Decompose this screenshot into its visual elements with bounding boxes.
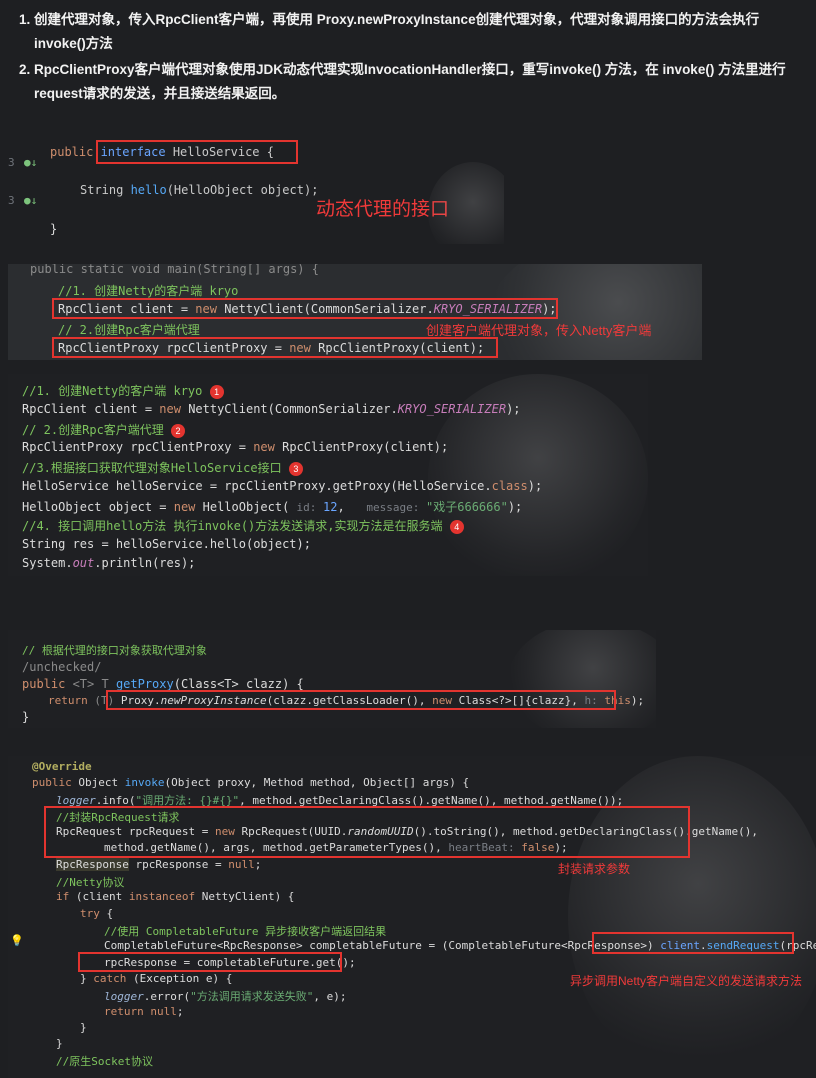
code-comment: //Netty协议 [56, 876, 125, 889]
code-line: RpcResponse rpcResponse = null; [56, 858, 262, 871]
code-line: return null; [104, 1005, 184, 1018]
background-figure [508, 630, 656, 728]
code-line: RpcClient client = new NettyClient(Commo… [22, 402, 521, 416]
lightbulb-icon: 💡 [10, 934, 24, 947]
background-figure [428, 162, 504, 244]
code-comment: //使用 CompletableFuture 异步接收客户端返回结果 [104, 925, 387, 938]
code-line: System.out.println(res); [22, 556, 196, 570]
code-line: logger.error("方法调用请求发送失败", e); [104, 990, 347, 1003]
code-line: String res = helloService.hello(object); [22, 537, 311, 551]
code-comment: //原生Socket协议 [56, 1055, 153, 1068]
intro-item-2: RpcClientProxy客户端代理对象使用JDK动态代理实现Invocati… [34, 58, 796, 106]
code-block-main: //1. 创建Netty的客户端 kryo 1 RpcClient client… [8, 374, 648, 576]
annotation-note: 异步调用Netty客户端自定义的发送请求方法 [570, 974, 803, 988]
highlight-box [96, 140, 298, 164]
code-comment: //4. 接口调用hello方法 执行invoke()方法发送请求,实现方法是在… [22, 517, 464, 534]
code-line: public Object invoke(Object proxy, Metho… [32, 776, 470, 789]
step-badge: 3 [288, 461, 303, 476]
code-line: String hello(HelloObject object); [80, 183, 319, 197]
intro-list: 创建代理对象，传入RpcClient客户端，再使用 Proxy.newProxy… [0, 0, 816, 108]
annotation-note: 封装请求参数 [558, 862, 631, 876]
code-block-interface: 33 ●↓ ●↓ public interface HelloService { … [8, 122, 504, 244]
highlight-box [106, 690, 616, 710]
code-line: /unchecked/ [22, 660, 102, 674]
code-line: try { [80, 907, 114, 920]
highlight-box [78, 952, 342, 972]
code-line: } catch (Exception e) { [80, 972, 233, 985]
highlight-box [52, 298, 558, 319]
code-line: } [50, 222, 58, 236]
code-comment: //1. 创建Netty的客户端 kryo 1 [22, 382, 224, 399]
code-block-invoke: 💡 @Override public Object invoke(Object … [8, 756, 816, 1078]
step-badge: 4 [449, 519, 464, 534]
annotation-note: 创建客户端代理对象，传入Netty客户端 [426, 323, 652, 338]
code-comment: // 根据代理的接口对象获取代理对象 [22, 644, 207, 657]
code-line: public <T> T getProxy(Class<T> clazz) { [22, 677, 304, 691]
implement-icon: ●↓ ●↓ [24, 156, 38, 207]
code-comment: //1. 创建Netty的客户端 kryo [58, 284, 239, 298]
code-line: public static void main(String[] args) { [30, 264, 319, 276]
code-line: RpcClientProxy rpcClientProxy = new RpcC… [22, 440, 449, 454]
code-line: } [56, 1037, 63, 1050]
code-block-create-client: public static void main(String[] args) {… [8, 264, 702, 360]
highlight-box [592, 932, 794, 954]
highlight-box [44, 806, 690, 858]
code-line: } [80, 1021, 87, 1034]
code-comment: // 2.创建Rpc客户端代理 [58, 323, 200, 337]
step-badge: 2 [171, 423, 186, 438]
code-line: } [22, 710, 30, 724]
code-annotation: @Override [32, 760, 92, 773]
intro-item-1: 创建代理对象，传入RpcClient客户端，再使用 Proxy.newProxy… [34, 8, 796, 56]
line-gutter: 33 [8, 156, 15, 207]
code-comment: //3.根据接口获取代理对象HelloService接口 3 [22, 459, 303, 476]
step-badge: 1 [209, 384, 224, 399]
code-block-getproxy: // 根据代理的接口对象获取代理对象 /unchecked/ public <T… [8, 630, 656, 728]
code-line: if (client instanceof NettyClient) { [56, 890, 295, 903]
code-comment: // 2.创建Rpc客户端代理 2 [22, 421, 186, 438]
highlight-box [52, 337, 498, 358]
code-line: HelloObject object = new HelloObject( id… [22, 500, 523, 514]
code-line: HelloService helloService = rpcClientPro… [22, 479, 543, 493]
